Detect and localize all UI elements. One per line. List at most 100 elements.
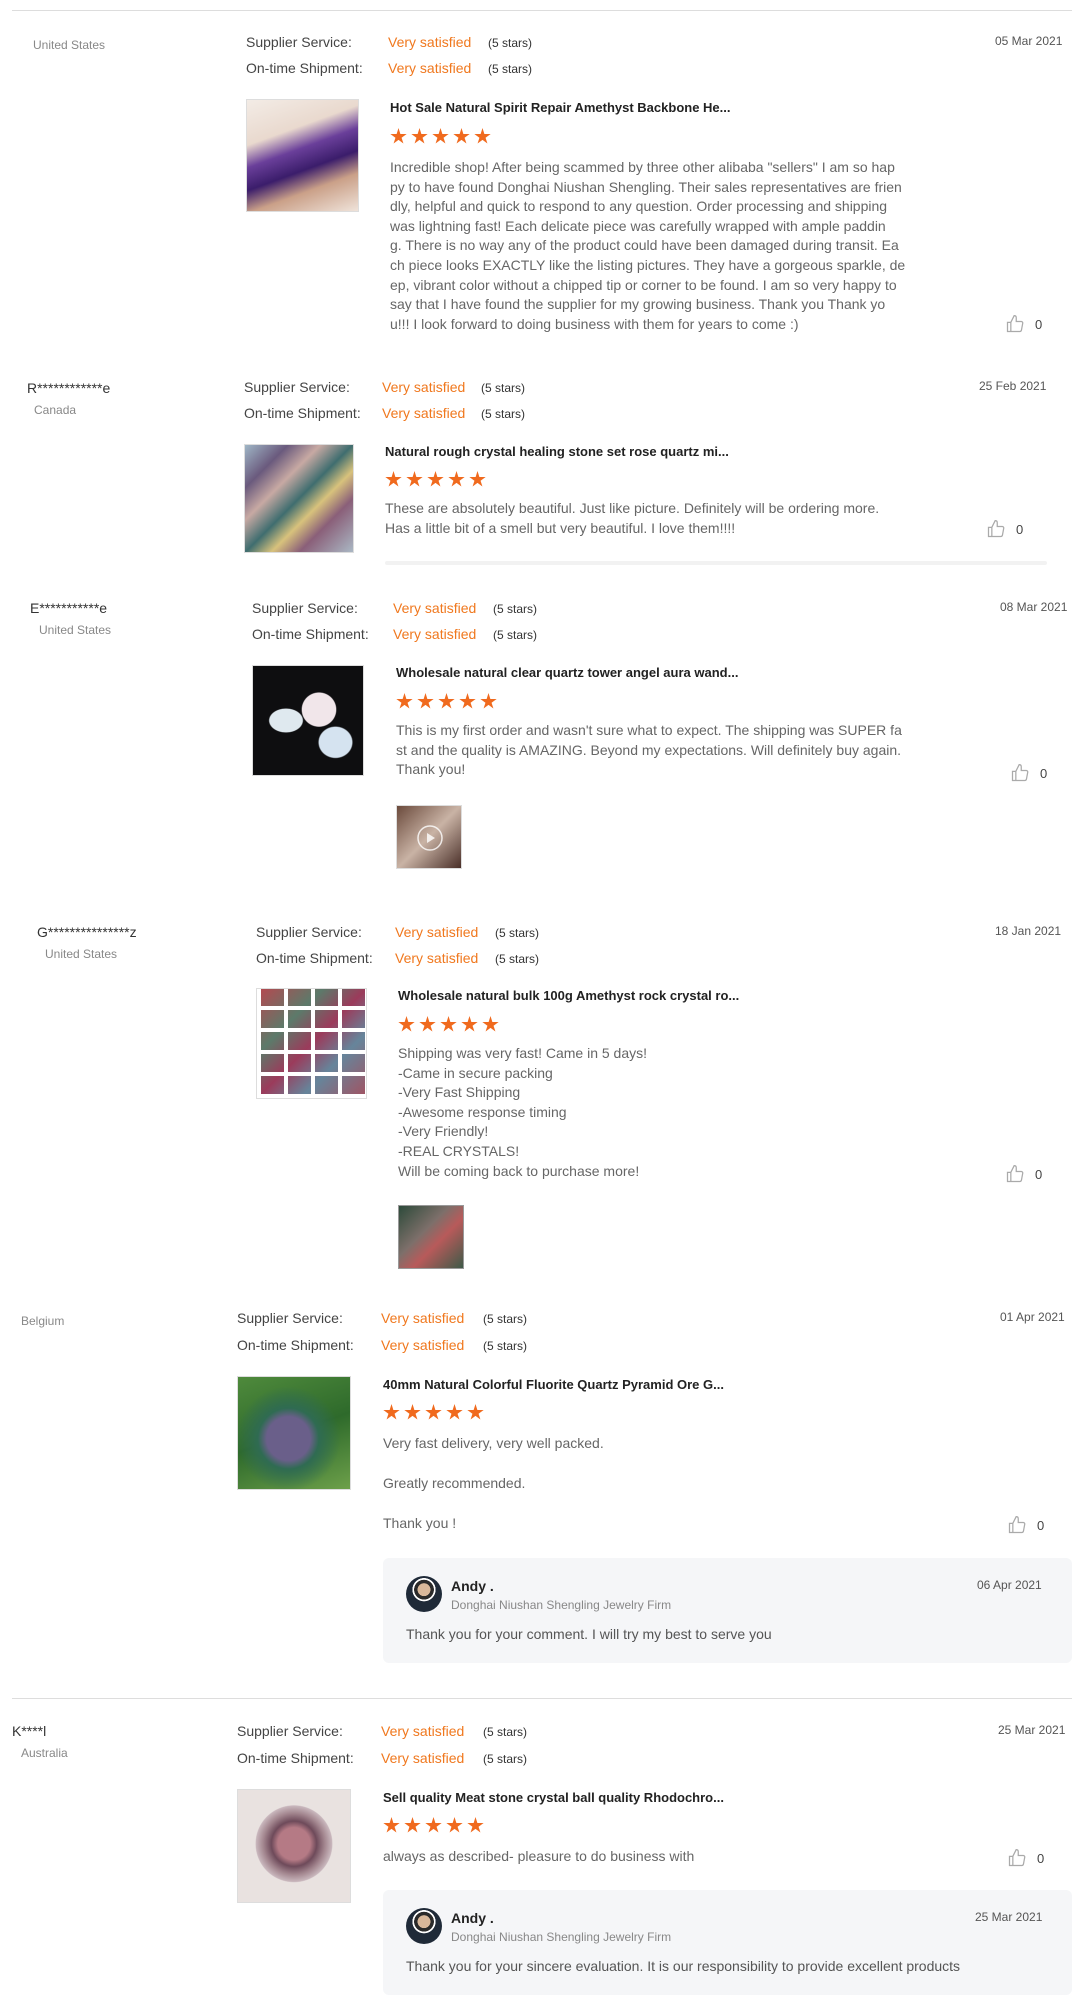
supplier-service-label: Supplier Service: — [237, 1723, 343, 1739]
supplier-reply: Andy . Donghai Niushan Shengling Jewelry… — [383, 1558, 1072, 1663]
product-thumbnail[interactable] — [237, 1789, 351, 1903]
supplier-service-label: Supplier Service: — [246, 34, 352, 50]
like-count: 0 — [1037, 1517, 1045, 1533]
supplier-service-rating: Very satisfied — [382, 379, 466, 395]
thumbs-up-icon — [1008, 1516, 1026, 1534]
product-title-link[interactable]: Sell quality Meat stone crystal ball qua… — [383, 1790, 724, 1805]
rating-stars — [385, 471, 486, 488]
reply-author-name: Andy . — [451, 1910, 494, 1926]
shipment-label: On-time Shipment: — [237, 1337, 354, 1353]
star-icon — [467, 1817, 484, 1833]
star-icon — [459, 693, 476, 709]
shipment-rating: Very satisfied — [395, 950, 479, 966]
top-divider — [12, 10, 1072, 11]
review-text: always as described- pleasure to do busi… — [383, 1848, 695, 1864]
star-icon — [453, 128, 470, 144]
reply-author-name: Andy . — [451, 1578, 494, 1594]
star-icon — [404, 1404, 421, 1420]
divider — [385, 561, 1047, 565]
like-count: 0 — [1035, 316, 1043, 332]
supplier-service-rating: Very satisfied — [393, 600, 477, 616]
reply-text: Thank you for your sincere evaluation. I… — [406, 1958, 961, 1974]
star-icon — [385, 471, 402, 487]
reply-author-firm: Donghai Niushan Shengling Jewelry Firm — [451, 1598, 672, 1612]
review-text: Very fast delivery, very well packed. — [383, 1435, 604, 1451]
like-button[interactable]: 0 — [986, 519, 1023, 539]
reviewer-name: K****l — [12, 1723, 47, 1739]
supplier-service-label: Supplier Service: — [252, 600, 358, 616]
product-title-link[interactable]: Hot Sale Natural Spirit Repair Amethyst … — [390, 100, 731, 115]
review-photo-thumbnail[interactable] — [398, 1205, 464, 1269]
star-icon — [461, 1016, 478, 1032]
reviewer-country: Australia — [21, 1746, 68, 1760]
product-thumbnail[interactable] — [256, 988, 367, 1099]
like-button[interactable]: 0 — [1007, 1848, 1044, 1868]
star-icon — [438, 693, 455, 709]
shipment-stars: (5 stars) — [495, 952, 540, 966]
reviewer-name: G***************z — [37, 924, 137, 940]
shipment-stars: (5 stars) — [481, 407, 526, 421]
star-icon — [469, 471, 486, 487]
reviewer-country: United States — [33, 38, 106, 52]
shipment-stars: (5 stars) — [488, 62, 533, 76]
product-title-link[interactable]: Wholesale natural clear quartz tower ang… — [396, 665, 738, 680]
star-icon — [398, 1016, 415, 1032]
review-date: 01 Apr 2021 — [1000, 1310, 1065, 1324]
product-title-link[interactable]: Natural rough crystal healing stone set … — [385, 444, 729, 459]
review-date: 25 Mar 2021 — [998, 1723, 1066, 1737]
review-text: These are absolutely beautiful. Just lik… — [385, 500, 880, 536]
like-count: 0 — [1040, 765, 1048, 781]
supplier-service-stars: (5 stars) — [495, 926, 540, 940]
divider — [12, 1698, 1072, 1699]
like-button[interactable]: 0 — [1007, 1515, 1044, 1535]
star-icon — [448, 471, 465, 487]
shipment-stars: (5 stars) — [493, 628, 538, 642]
reply-author-firm: Donghai Niushan Shengling Jewelry Firm — [451, 1930, 672, 1944]
star-icon — [383, 1404, 400, 1420]
like-button[interactable]: 0 — [1005, 1164, 1042, 1184]
supplier-service-stars: (5 stars) — [483, 1725, 528, 1739]
supplier-service-rating: Very satisfied — [395, 924, 479, 940]
star-icon — [419, 1016, 436, 1032]
review-date: 05 Mar 2021 — [995, 34, 1063, 48]
star-icon — [396, 693, 413, 709]
product-thumbnail[interactable] — [237, 1376, 351, 1490]
avatar — [406, 1576, 442, 1612]
supplier-service-stars: (5 stars) — [481, 381, 526, 395]
reply-date: 25 Mar 2021 — [975, 1910, 1043, 1924]
shipment-label: On-time Shipment: — [256, 950, 373, 966]
review-text: Incredible shop! After being scammed by … — [390, 159, 906, 332]
thumbs-up-icon — [1006, 315, 1024, 333]
supplier-service-stars: (5 stars) — [493, 602, 538, 616]
thumbs-up-icon — [1008, 1849, 1026, 1867]
reviewer-country: United States — [39, 623, 112, 637]
review-text: Shipping was very fast! Came in 5 days! … — [398, 1045, 648, 1179]
reviewer-name: R************e — [27, 380, 111, 396]
review-date: 08 Mar 2021 — [1000, 600, 1068, 614]
thumbs-up-icon — [1011, 764, 1029, 782]
product-thumbnail[interactable] — [252, 665, 364, 776]
review-text: This is my first order and wasn't sure w… — [396, 722, 902, 778]
reviewer-country: United States — [45, 947, 118, 961]
supplier-service-rating: Very satisfied — [388, 34, 472, 50]
product-thumbnail[interactable] — [246, 99, 359, 212]
product-title-link[interactable]: 40mm Natural Colorful Fluorite Quartz Py… — [383, 1377, 724, 1392]
supplier-service-stars: (5 stars) — [488, 36, 533, 50]
product-title-link[interactable]: Wholesale natural bulk 100g Amethyst roc… — [398, 988, 739, 1003]
review-video-thumbnail[interactable] — [396, 805, 462, 869]
star-icon — [432, 128, 449, 144]
like-button[interactable]: 0 — [1010, 763, 1047, 783]
star-icon — [406, 471, 423, 487]
star-icon — [383, 1817, 400, 1833]
review-text: Greatly recommended. — [383, 1475, 526, 1491]
reviewer-name: E***********e — [30, 600, 108, 616]
review-date: 18 Jan 2021 — [995, 924, 1062, 938]
star-icon — [425, 1404, 442, 1420]
shipment-label: On-time Shipment: — [252, 626, 369, 642]
shipment-rating: Very satisfied — [388, 60, 472, 76]
star-icon — [467, 1404, 484, 1420]
product-thumbnail[interactable] — [244, 444, 354, 553]
star-icon — [417, 693, 434, 709]
star-icon — [480, 693, 497, 709]
like-button[interactable]: 0 — [1005, 314, 1042, 334]
